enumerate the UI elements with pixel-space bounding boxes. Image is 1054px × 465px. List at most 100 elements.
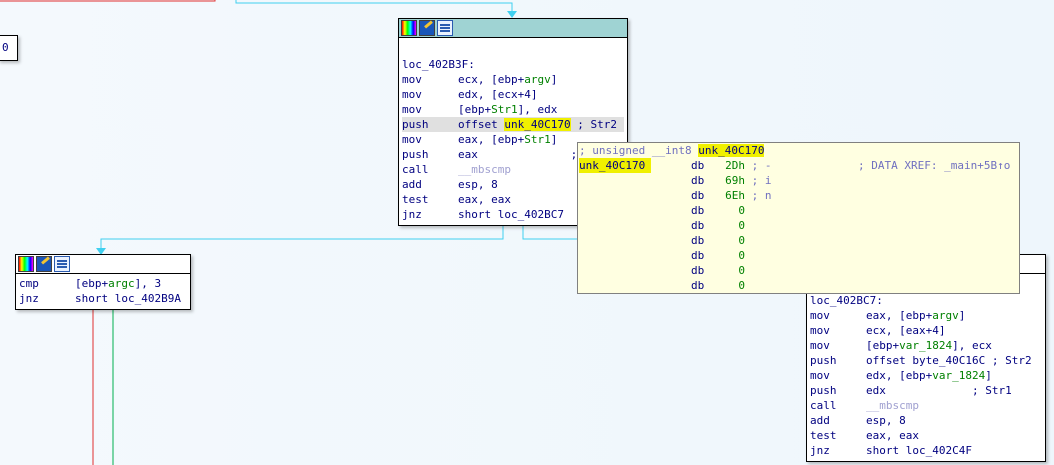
code-line[interactable]: mov edx, [ebp+var_1824] bbox=[810, 368, 1042, 383]
code-line[interactable]: push offset byte_40C16C ; Str2 bbox=[810, 353, 1042, 368]
data-label: unk_40C170 bbox=[579, 158, 651, 173]
color-icon[interactable] bbox=[18, 256, 34, 272]
operand: edx bbox=[866, 384, 886, 397]
edge-red-top bbox=[0, 0, 216, 2]
function-ref[interactable]: __mbscmp bbox=[458, 163, 511, 176]
xref-comment: ; DATA XREF: _main+5B↑o bbox=[858, 159, 1011, 172]
operand-tail: ] bbox=[550, 133, 558, 146]
operand-tail: ; Str2 bbox=[570, 118, 617, 131]
data-comment: ; n bbox=[745, 189, 772, 202]
highlighted-symbol[interactable]: unk_40C170 bbox=[504, 118, 571, 131]
variable-ref[interactable]: var_1824 bbox=[899, 339, 952, 352]
data-comment: ; - bbox=[745, 159, 772, 172]
group-nodes-icon[interactable] bbox=[437, 20, 453, 36]
variable-ref[interactable]: var_1824 bbox=[932, 369, 985, 382]
data-value: 0 bbox=[738, 234, 745, 247]
operand: [ebp+ bbox=[458, 103, 492, 116]
code-line[interactable]: mov eax, [ebp+argv] bbox=[810, 308, 1042, 323]
data-row: db 69h ; i bbox=[578, 173, 1019, 188]
mnemonic: mov bbox=[402, 73, 422, 86]
variable-ref[interactable]: Str1 bbox=[524, 133, 551, 146]
mnemonic: add bbox=[402, 178, 422, 191]
edit-icon[interactable] bbox=[36, 256, 52, 272]
code-line[interactable]: push edx ; Str1 bbox=[810, 383, 1042, 398]
operand: edx, [ebp+ bbox=[866, 369, 933, 382]
mnemonic: push bbox=[810, 354, 837, 367]
operand: ecx, [eax+4] bbox=[866, 324, 946, 337]
operand: edx, [ecx+4] bbox=[458, 88, 538, 101]
edge-cyan-top bbox=[235, 0, 513, 17]
hint-popup: ; unsigned __int8 unk_40C170 unk_40C170 d… bbox=[577, 142, 1020, 294]
code-line[interactable]: mov [ebp+Str1], edx bbox=[402, 102, 624, 117]
variable-ref[interactable]: argc bbox=[108, 277, 135, 290]
variable-ref[interactable]: argv bbox=[524, 73, 551, 86]
operand-tail: ], 3 bbox=[134, 277, 162, 290]
db-directive: db bbox=[691, 174, 705, 187]
code-line[interactable]: jnz short loc_402B9A bbox=[19, 291, 187, 306]
edge-cyan-left bbox=[100, 224, 504, 254]
edge-cyan-right bbox=[522, 224, 577, 240]
data-row: db 0 bbox=[578, 203, 1019, 218]
node-label[interactable]: loc_402BC7: bbox=[810, 293, 1042, 308]
code-line[interactable]: cmp [ebp+argc], 3 bbox=[19, 276, 187, 291]
mnemonic: jnz bbox=[402, 208, 422, 221]
operand: short loc_402C4F bbox=[866, 444, 972, 457]
code-line[interactable]: push offset unk_40C170 ; Str2 bbox=[402, 117, 624, 132]
code-line[interactable]: jnz short loc_402C4F bbox=[810, 443, 1042, 458]
operand: ecx, [ebp+ bbox=[458, 73, 525, 86]
operand: eax, [ebp+ bbox=[458, 133, 525, 146]
mnemonic: call bbox=[402, 163, 429, 176]
data-comment: ; i bbox=[745, 174, 772, 187]
operand-tail: ], edx bbox=[517, 103, 558, 116]
mnemonic: mov bbox=[402, 103, 422, 116]
operand-tail: ], ecx bbox=[952, 339, 992, 352]
operand: short loc_402BC7 bbox=[458, 208, 564, 221]
operand-tail: ] bbox=[550, 73, 558, 86]
operand: offset byte_40C16C ; Str2 bbox=[866, 354, 1032, 367]
node-cmp-argc[interactable]: cmp [ebp+argc], 3 jnz short loc_402B9A bbox=[15, 254, 191, 310]
db-directive: db bbox=[691, 234, 705, 247]
fragment-text: 0 bbox=[2, 41, 9, 54]
group-nodes-icon[interactable] bbox=[54, 256, 70, 272]
code-line[interactable]: mov ecx, [eax+4] bbox=[810, 323, 1042, 338]
operand: esp, 8 bbox=[866, 414, 906, 427]
mnemonic: jnz bbox=[19, 292, 39, 305]
code-line[interactable]: add esp, 8 bbox=[810, 413, 1042, 428]
mnemonic: mov bbox=[810, 339, 830, 352]
popup-declaration: ; unsigned __int8 unk_40C170 bbox=[579, 144, 765, 157]
mnemonic: mov bbox=[810, 309, 830, 322]
operand: short loc_402B9A bbox=[75, 292, 181, 305]
mnemonic: mov bbox=[402, 88, 422, 101]
data-value: 6Eh bbox=[725, 189, 745, 202]
function-ref[interactable]: __mbscmp bbox=[866, 399, 919, 412]
node-label[interactable]: loc_402B3F: bbox=[402, 57, 624, 72]
mnemonic: mov bbox=[810, 324, 830, 337]
code-line[interactable]: mov ecx, [ebp+argv] bbox=[402, 72, 624, 87]
edit-icon[interactable] bbox=[419, 20, 435, 36]
variable-ref[interactable]: Str1 bbox=[491, 103, 518, 116]
db-directive: db bbox=[691, 159, 705, 172]
color-icon[interactable] bbox=[401, 20, 417, 36]
operand-tail: ] bbox=[985, 369, 992, 382]
data-value: 0 bbox=[738, 219, 745, 232]
data-row: db 0 bbox=[578, 218, 1019, 233]
arrow-head-top bbox=[507, 11, 517, 18]
variable-ref[interactable]: argv bbox=[932, 309, 959, 322]
code-line[interactable]: mov [ebp+var_1824], ecx bbox=[810, 338, 1042, 353]
node-toolbar bbox=[399, 19, 627, 38]
operand: [ebp+ bbox=[75, 277, 109, 290]
data-row: db 0 bbox=[578, 278, 1019, 293]
operand: offset bbox=[458, 118, 505, 131]
mnemonic: mov bbox=[810, 369, 830, 382]
mnemonic: jnz bbox=[810, 444, 830, 457]
mnemonic: push bbox=[810, 384, 837, 397]
code-line[interactable]: mov edx, [ecx+4] bbox=[402, 87, 624, 102]
data-row: db 0 bbox=[578, 263, 1019, 278]
code-line[interactable]: test eax, eax bbox=[810, 428, 1042, 443]
mnemonic: mov bbox=[402, 133, 422, 146]
db-directive: db bbox=[691, 249, 705, 262]
code-line[interactable]: call __mbscmp bbox=[810, 398, 1042, 413]
node-toolbar bbox=[16, 255, 190, 274]
node-fragment-topleft[interactable]: 0 bbox=[0, 35, 18, 61]
mnemonic: test bbox=[810, 429, 837, 442]
